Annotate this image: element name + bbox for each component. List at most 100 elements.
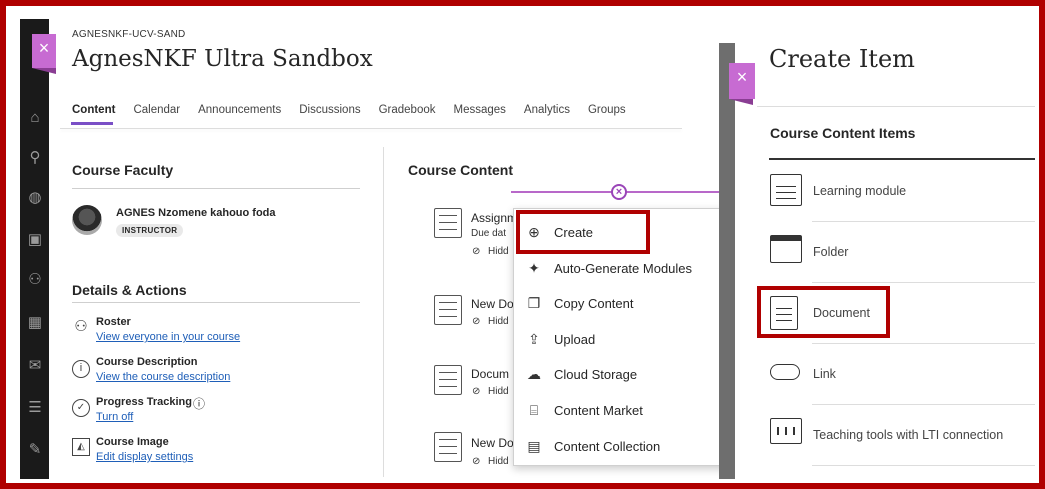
close-panel-button[interactable]: × (729, 63, 755, 105)
content-item-visibility[interactable]: Hidd (488, 316, 509, 327)
institution-icon[interactable]: ⌂ (26, 109, 44, 127)
item-divider (812, 221, 1035, 222)
content-item-visibility[interactable]: Hidd (488, 386, 509, 397)
document-icon (434, 365, 462, 395)
menu-item-label: Content Market (554, 402, 643, 418)
tab-analytics[interactable]: Analytics (524, 104, 570, 126)
roster-link[interactable]: View everyone in your course (96, 331, 240, 343)
menu-item-label: Content Collection (554, 438, 661, 454)
avatar[interactable] (72, 205, 102, 235)
tab-groups[interactable]: Groups (588, 104, 626, 126)
globe-icon[interactable]: ◍ (26, 189, 44, 207)
progress-tracking-link[interactable]: Turn off (96, 411, 133, 423)
document-icon (434, 295, 462, 325)
document-highlight-box (757, 286, 890, 338)
faculty-name[interactable]: AGNES Nzomene kahouo foda (116, 207, 276, 219)
menu-item-upload[interactable]: ⇪ Upload (514, 322, 725, 356)
column-divider (383, 147, 384, 477)
item-divider (812, 404, 1035, 405)
menu-item-label: Copy Content (554, 295, 634, 311)
groups-icon[interactable]: ⚇ (26, 271, 44, 289)
course-image-link[interactable]: Edit display settings (96, 451, 193, 463)
details-divider (72, 302, 360, 303)
menu-item-cloud-storage[interactable]: ☁ Cloud Storage (514, 357, 725, 391)
left-nav-rail: ⌂ ⚲ ◍ ▣ ⚇ ▦ ✉ ☰ ✎ (20, 19, 49, 479)
upload-icon: ⇪ (528, 330, 540, 347)
content-item-visibility[interactable]: Hidd (488, 246, 509, 257)
courses-icon[interactable]: ▣ (26, 231, 44, 249)
faculty-heading: Course Faculty (72, 162, 174, 178)
tab-discussions[interactable]: Discussions (299, 104, 360, 126)
item-folder[interactable]: Folder (813, 245, 848, 259)
link-icon (770, 364, 800, 380)
market-icon: ⌸ (529, 401, 539, 418)
item-divider (812, 282, 1035, 283)
course-tabs: Content Calendar Announcements Discussio… (72, 104, 644, 126)
active-tab-indicator (71, 122, 113, 125)
hidden-icon: ⊘ (472, 316, 481, 327)
tab-messages[interactable]: Messages (454, 104, 506, 126)
item-lti-tools[interactable]: Teaching tools with LTI connection (813, 428, 1003, 442)
tab-calendar[interactable]: Calendar (133, 104, 180, 126)
hidden-icon: ⊘ (472, 246, 481, 257)
menu-item-label: Cloud Storage (554, 366, 638, 382)
hidden-icon: ⊘ (472, 386, 481, 397)
content-heading: Course Content (408, 162, 513, 178)
course-image-title: Course Image (96, 436, 169, 448)
cloud-icon: ☁ (527, 365, 541, 382)
menu-item-content-collection[interactable]: ▤ Content Collection (514, 429, 725, 463)
messages-icon[interactable]: ✉ (26, 357, 44, 375)
tools-icon[interactable]: ✎ (26, 441, 44, 459)
learning-module-icon (770, 174, 802, 206)
course-content-items-heading: Course Content Items (770, 125, 916, 141)
create-item-title: Create Item (769, 45, 915, 73)
item-learning-module[interactable]: Learning module (813, 184, 906, 198)
content-item-due: Due dat (471, 228, 507, 239)
copy-icon: ❐ (527, 294, 541, 311)
grades-icon[interactable]: ☰ (26, 399, 44, 417)
image-icon: ◭ (72, 438, 90, 456)
profile-icon[interactable]: ⚲ (26, 149, 44, 167)
menu-item-auto-generate[interactable]: ✦ Auto-Generate Modules (514, 251, 725, 285)
progress-info-icon[interactable]: ⓘ (193, 395, 205, 412)
create-highlight-box (516, 210, 650, 254)
collection-icon: ▤ (527, 437, 541, 454)
item-link[interactable]: Link (813, 367, 836, 381)
panel-header-divider (757, 106, 1035, 107)
insert-content-button[interactable]: × (611, 184, 627, 200)
tab-gradebook[interactable]: Gradebook (379, 104, 436, 126)
item-divider (812, 343, 1035, 344)
roster-icon: ⚇ (74, 318, 88, 335)
content-item-title[interactable]: Docum (471, 367, 509, 381)
item-divider (812, 465, 1035, 466)
tab-announcements[interactable]: Announcements (198, 104, 281, 126)
folder-icon (770, 235, 802, 263)
content-item-title[interactable]: Assignm (471, 211, 517, 225)
role-badge: INSTRUCTOR (116, 224, 184, 237)
progress-tracking-title: Progress Tracking (96, 396, 192, 408)
hidden-icon: ⊘ (472, 456, 481, 467)
course-org-code: AGNESNKF-UCV-SAND (72, 29, 186, 40)
content-item-title[interactable]: New Do (471, 297, 514, 311)
content-item-title[interactable]: New Do (471, 436, 514, 450)
faculty-divider (72, 188, 360, 189)
document-icon (434, 432, 462, 462)
lti-tools-icon (770, 418, 802, 444)
menu-item-label: Auto-Generate Modules (554, 260, 693, 276)
course-title: AgnesNKF Ultra Sandbox (72, 46, 373, 72)
menu-item-content-market[interactable]: ⌸ Content Market (514, 393, 725, 427)
menu-item-label: Upload (554, 331, 596, 347)
info-icon: i (72, 360, 90, 378)
content-item-visibility[interactable]: Hidd (488, 456, 509, 467)
calendar-icon[interactable]: ▦ (26, 314, 44, 332)
section-divider (769, 158, 1035, 160)
tabs-divider (60, 128, 682, 129)
course-description-link[interactable]: View the course description (96, 371, 230, 383)
assignment-icon (434, 208, 462, 238)
course-description-title: Course Description (96, 356, 198, 368)
close-course-button[interactable]: × (32, 34, 56, 74)
roster-title: Roster (96, 316, 131, 328)
menu-item-copy-content[interactable]: ❐ Copy Content (514, 286, 725, 320)
check-circle-icon: ✓ (72, 399, 90, 417)
details-heading: Details & Actions (72, 282, 187, 298)
